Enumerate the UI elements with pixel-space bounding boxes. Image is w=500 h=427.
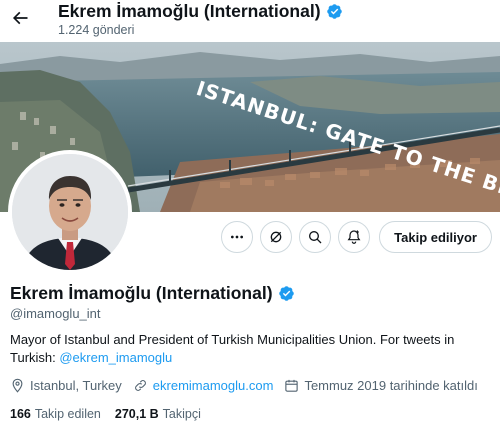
- link-icon: [134, 380, 146, 391]
- back-button[interactable]: [6, 4, 34, 32]
- profile-stats: 166 Takip edilen 270,1 B Takipçi: [10, 407, 215, 421]
- post-count: 1.224 gönderi: [58, 23, 135, 37]
- verified-badge-icon[interactable]: [326, 3, 343, 20]
- profile-meta: Istanbul, Turkey ekremimamoglu.com Temmu…: [10, 378, 489, 393]
- grok-button[interactable]: [260, 221, 293, 253]
- following-label: Takip edilen: [34, 407, 101, 421]
- following-button[interactable]: Takip ediliyor: [379, 221, 492, 253]
- notification-button[interactable]: [338, 221, 371, 253]
- profile-website-link[interactable]: ekremimamoglu.com: [153, 378, 274, 393]
- calendar-icon: [285, 379, 299, 392]
- profile-actions: Takip ediliyor: [221, 221, 492, 253]
- bio-mention-link[interactable]: @ekrem_imamoglu: [59, 350, 172, 365]
- profile-name: Ekrem İmamoğlu (International): [10, 283, 273, 303]
- back-arrow-icon: [12, 11, 28, 25]
- verified-badge-icon[interactable]: [278, 285, 295, 302]
- search-button[interactable]: [299, 221, 332, 253]
- profile-bio: Mayor of Istanbul and President of Turki…: [10, 331, 494, 367]
- more-icon: [231, 235, 244, 239]
- notification-bell-icon: [347, 230, 361, 244]
- location-icon: [12, 378, 23, 393]
- following-stat[interactable]: 166 Takip edilen: [10, 407, 101, 421]
- grok-icon: [270, 231, 282, 243]
- followers-stat[interactable]: 270,1 B Takipçi: [115, 407, 201, 421]
- following-count: 166: [10, 407, 31, 421]
- profile-location: Istanbul, Turkey: [30, 378, 122, 393]
- followers-label: Takipçi: [162, 407, 201, 421]
- more-button[interactable]: [221, 221, 254, 253]
- search-icon: [309, 231, 322, 244]
- profile-handle: @imamoglu_int: [10, 306, 101, 321]
- avatar[interactable]: [8, 150, 132, 274]
- avatar-image: [12, 154, 128, 270]
- followers-count: 270,1 B: [114, 407, 159, 421]
- header-title: Ekrem İmamoğlu (International): [58, 1, 321, 21]
- profile-header: Ekrem İmamoğlu (International) 1.224 gön…: [0, 0, 500, 42]
- profile-joined: Temmuz 2019 tarihinde katıldı: [304, 378, 478, 393]
